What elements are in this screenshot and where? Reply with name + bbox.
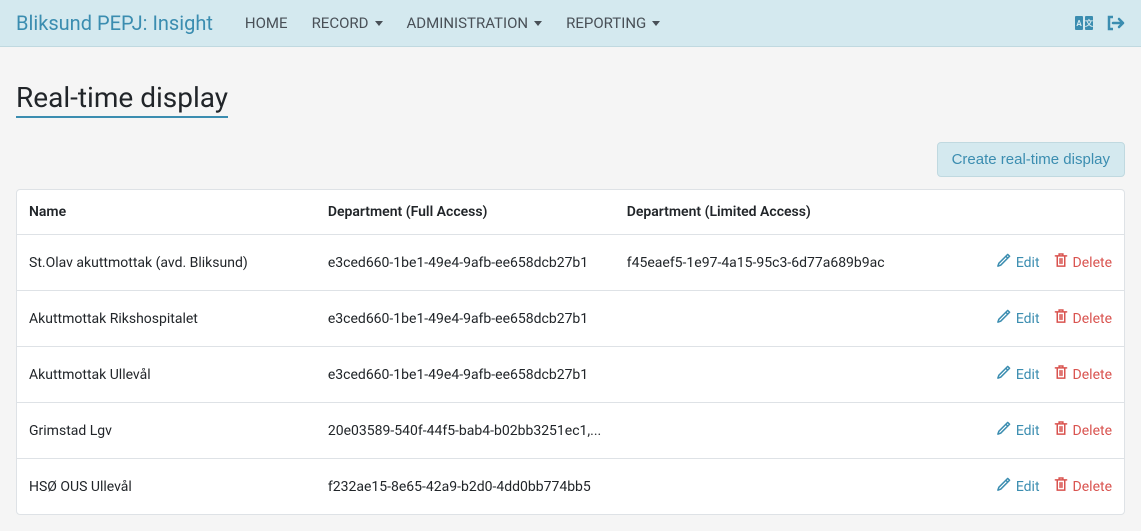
nav-home[interactable]: HOME <box>233 8 300 38</box>
edit-label: Edit <box>1016 479 1040 495</box>
cell-name: St.Olav akuttmottak (avd. Bliksund) <box>17 235 316 291</box>
edit-icon <box>996 365 1011 384</box>
table-row: Grimstad Lgv20e03589-540f-44f5-bab4-b02b… <box>17 403 1124 459</box>
delete-label: Delete <box>1073 255 1112 271</box>
chevron-down-icon <box>375 21 383 26</box>
nav-record[interactable]: RECORD <box>300 8 395 38</box>
svg-text:文: 文 <box>1085 18 1093 28</box>
cell-actions: Edit Delete <box>914 459 1124 515</box>
delete-button[interactable]: Delete <box>1054 421 1112 440</box>
delete-button[interactable]: Delete <box>1054 309 1112 328</box>
cell-actions: Edit Delete <box>914 403 1124 459</box>
svg-text:A: A <box>1076 19 1082 28</box>
table-row: Akuttmottak Rikshospitalete3ced660-1be1-… <box>17 291 1124 347</box>
edit-icon <box>996 309 1011 328</box>
edit-button[interactable]: Edit <box>996 309 1040 328</box>
edit-icon <box>996 421 1011 440</box>
trash-icon <box>1054 309 1068 328</box>
edit-icon <box>996 477 1011 496</box>
page-title: Real-time display <box>16 81 228 118</box>
cell-full-access: e3ced660-1be1-49e4-9afb-ee658dcb27b1 <box>316 347 615 403</box>
nav-reporting-label: REPORTING <box>566 14 646 32</box>
edit-button[interactable]: Edit <box>996 253 1040 272</box>
realtime-table: Name Department (Full Access) Department… <box>17 190 1124 514</box>
cell-name: Grimstad Lgv <box>17 403 316 459</box>
cell-limited-access <box>615 403 914 459</box>
cell-name: Akuttmottak Ullevål <box>17 347 316 403</box>
logout-icon[interactable] <box>1107 15 1125 31</box>
delete-label: Delete <box>1073 311 1112 327</box>
delete-button[interactable]: Delete <box>1054 253 1112 272</box>
trash-icon <box>1054 477 1068 496</box>
edit-label: Edit <box>1016 255 1040 271</box>
header-limited-access: Department (Limited Access) <box>615 190 914 235</box>
delete-button[interactable]: Delete <box>1054 477 1112 496</box>
edit-label: Edit <box>1016 423 1040 439</box>
cell-actions: Edit Delete <box>914 347 1124 403</box>
nav-administration[interactable]: ADMINISTRATION <box>395 8 555 38</box>
toolbar: Create real-time display <box>16 142 1125 177</box>
chevron-down-icon <box>652 21 660 26</box>
trash-icon <box>1054 365 1068 384</box>
language-icon[interactable]: A 文 <box>1075 16 1093 30</box>
table-row: HSØ OUS Ullevålf232ae15-8e65-42a9-b2d0-4… <box>17 459 1124 515</box>
edit-label: Edit <box>1016 311 1040 327</box>
edit-button[interactable]: Edit <box>996 477 1040 496</box>
edit-icon <box>996 253 1011 272</box>
edit-button[interactable]: Edit <box>996 421 1040 440</box>
delete-label: Delete <box>1073 479 1112 495</box>
cell-name: Akuttmottak Rikshospitalet <box>17 291 316 347</box>
header-name: Name <box>17 190 316 235</box>
header-full-access: Department (Full Access) <box>316 190 615 235</box>
table-panel: Name Department (Full Access) Department… <box>16 189 1125 515</box>
nav-reporting[interactable]: REPORTING <box>554 8 672 38</box>
cell-actions: Edit Delete <box>914 291 1124 347</box>
brand[interactable]: Bliksund PEPJ: Insight <box>16 11 213 35</box>
cell-limited-access <box>615 291 914 347</box>
delete-label: Delete <box>1073 367 1112 383</box>
cell-full-access: e3ced660-1be1-49e4-9afb-ee658dcb27b1 <box>316 235 615 291</box>
navbar: Bliksund PEPJ: Insight HOME RECORD ADMIN… <box>0 0 1141 47</box>
table-row: St.Olav akuttmottak (avd. Bliksund)e3ced… <box>17 235 1124 291</box>
cell-full-access: 20e03589-540f-44f5-bab4-b02bb3251ec1,... <box>316 403 615 459</box>
delete-label: Delete <box>1073 423 1112 439</box>
delete-button[interactable]: Delete <box>1054 365 1112 384</box>
nav-administration-label: ADMINISTRATION <box>407 14 529 32</box>
cell-full-access: e3ced660-1be1-49e4-9afb-ee658dcb27b1 <box>316 291 615 347</box>
edit-label: Edit <box>1016 367 1040 383</box>
cell-limited-access <box>615 347 914 403</box>
table-row: Akuttmottak Ullevåle3ced660-1be1-49e4-9a… <box>17 347 1124 403</box>
cell-name: HSØ OUS Ullevål <box>17 459 316 515</box>
content: Real-time display Create real-time displ… <box>0 47 1141 531</box>
nav-home-label: HOME <box>245 14 288 32</box>
trash-icon <box>1054 421 1068 440</box>
chevron-down-icon <box>534 21 542 26</box>
create-realtime-display-button[interactable]: Create real-time display <box>937 142 1125 177</box>
header-actions <box>914 190 1124 235</box>
nav-record-label: RECORD <box>312 14 369 32</box>
cell-limited-access <box>615 459 914 515</box>
trash-icon <box>1054 253 1068 272</box>
edit-button[interactable]: Edit <box>996 365 1040 384</box>
cell-actions: Edit Delete <box>914 235 1124 291</box>
nav-items: HOME RECORD ADMINISTRATION REPORTING <box>233 8 1075 38</box>
cell-full-access: f232ae15-8e65-42a9-b2d0-4dd0bb774bb5 <box>316 459 615 515</box>
cell-limited-access: f45eaef5-1e97-4a15-95c3-6d77a689b9ac <box>615 235 914 291</box>
nav-right: A 文 <box>1075 15 1125 31</box>
